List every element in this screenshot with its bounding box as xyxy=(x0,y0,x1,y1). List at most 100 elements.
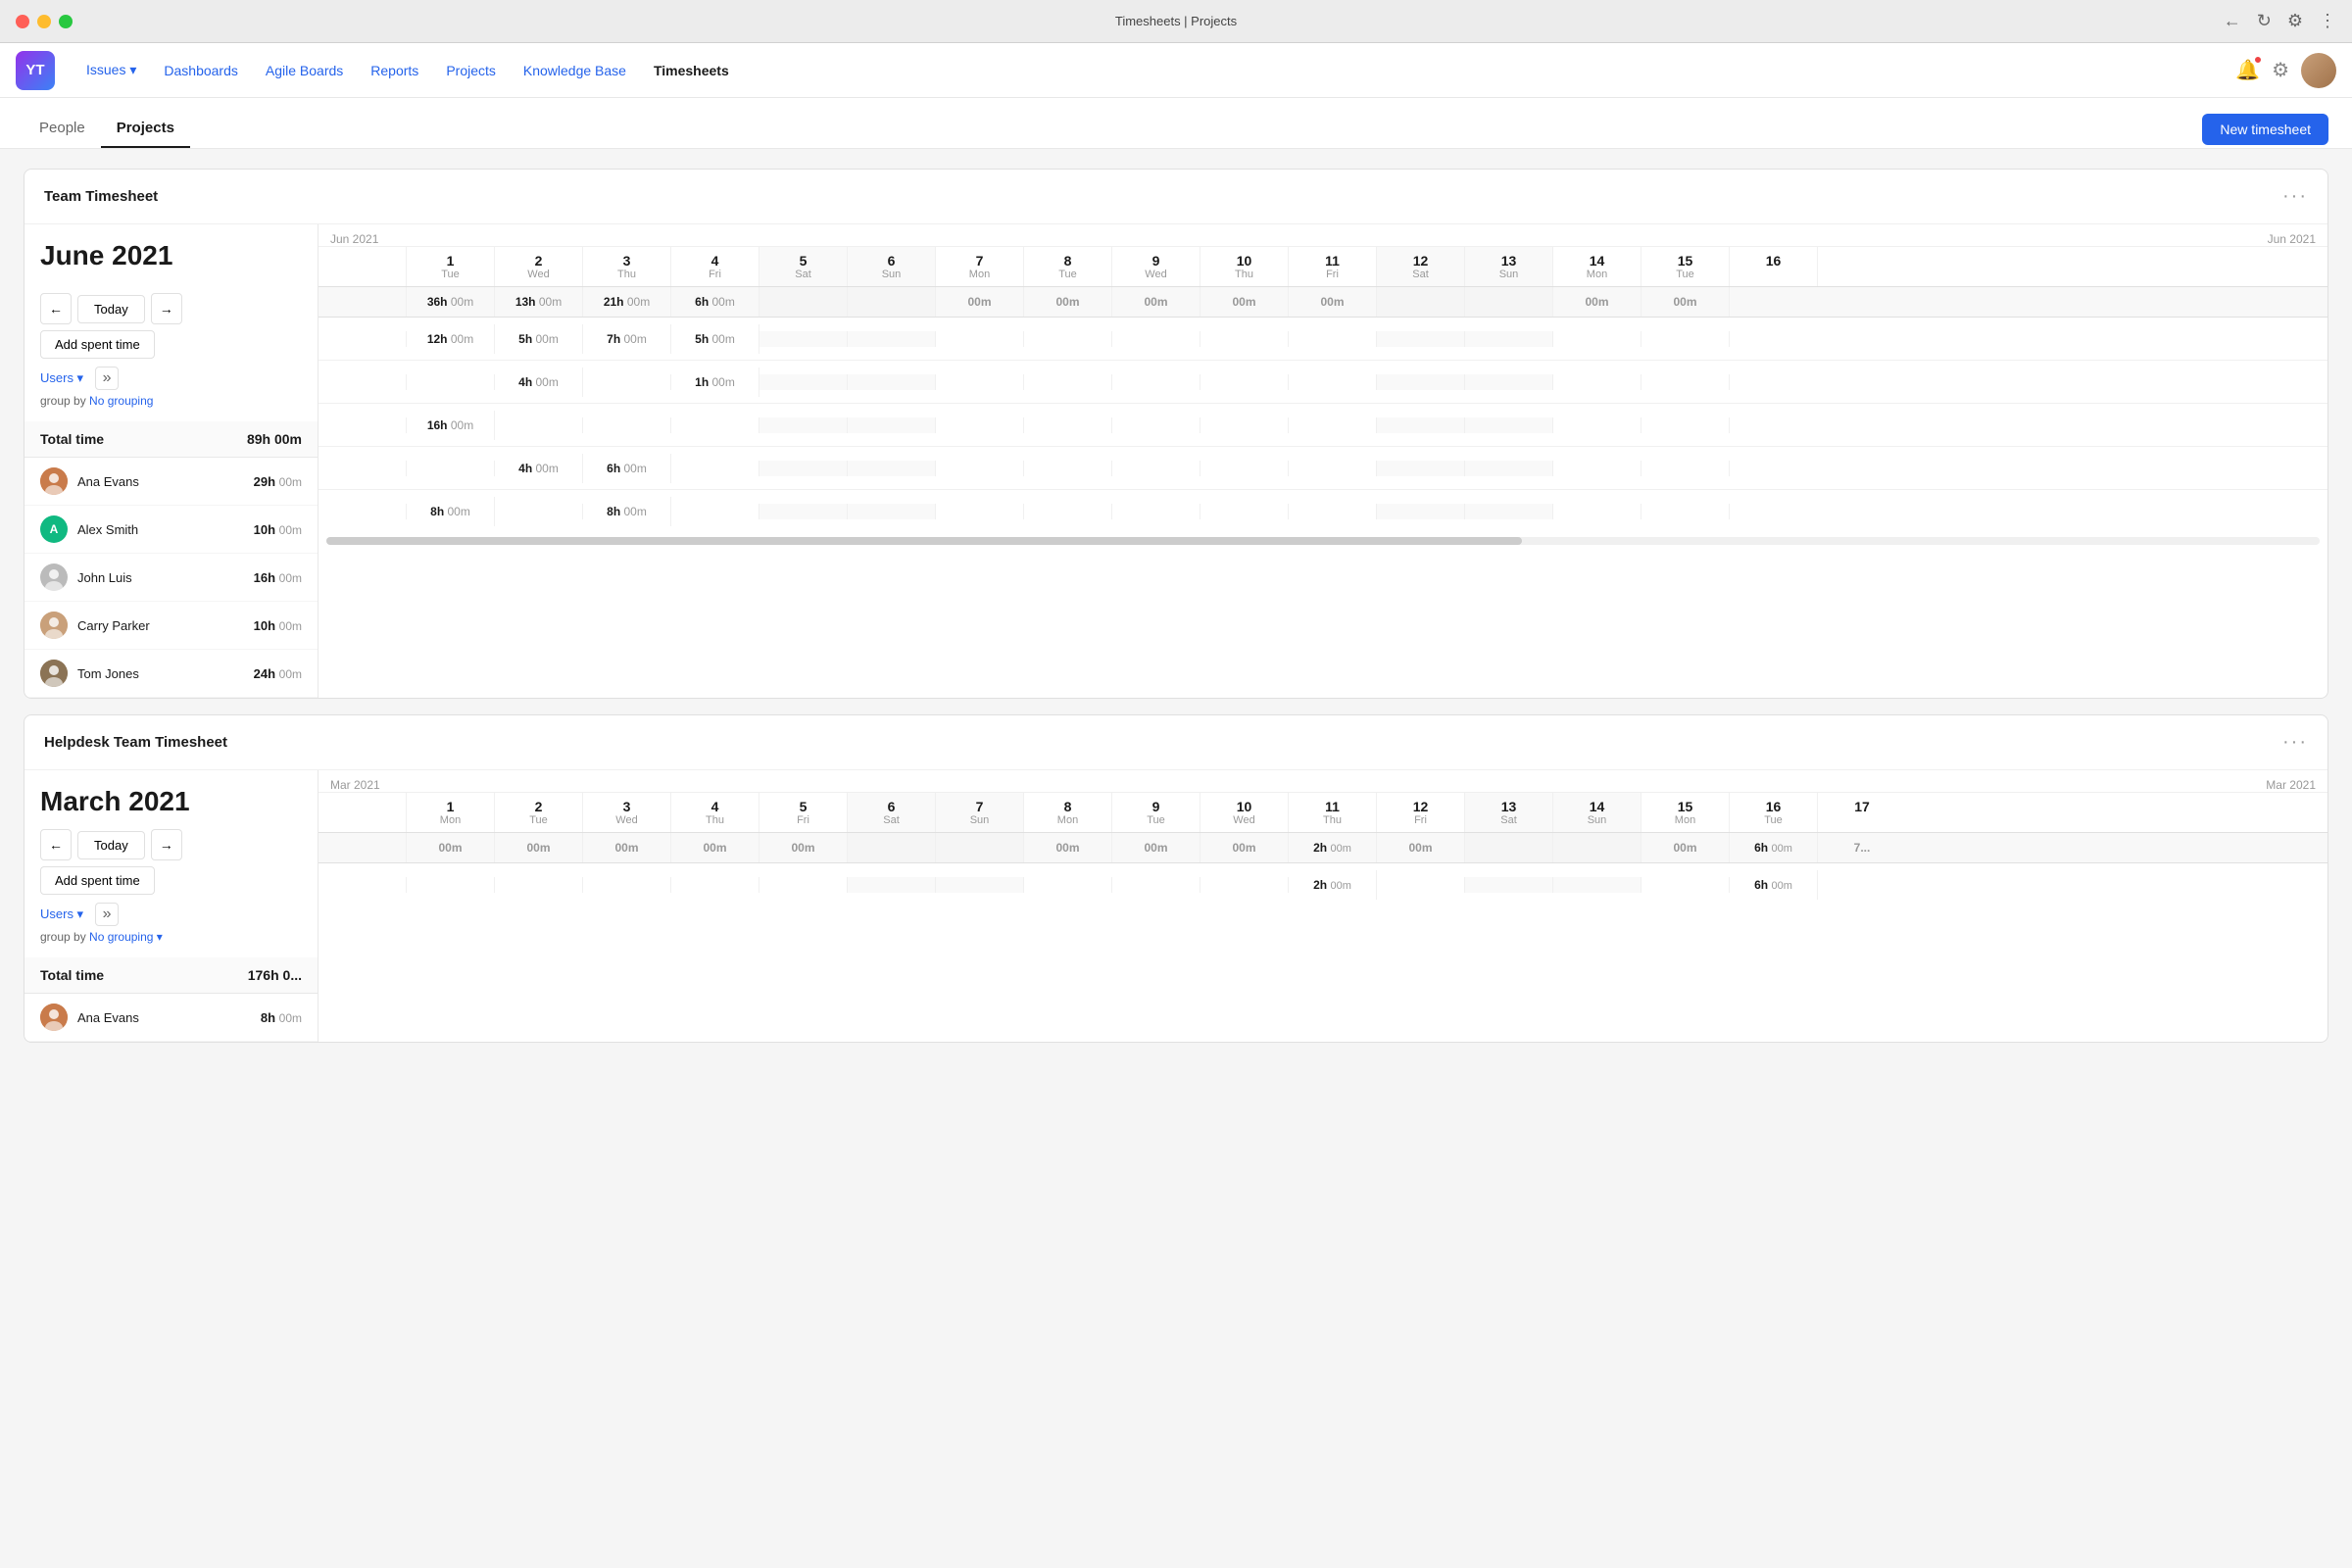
total-value: 89h 00m xyxy=(247,431,302,447)
refresh-icon[interactable]: ↻ xyxy=(2257,11,2272,31)
user-avatar[interactable] xyxy=(2301,53,2336,88)
timesheet-2-title: Helpdesk Team Timesheet xyxy=(44,734,227,751)
timesheet-2-prev-btn[interactable]: ← xyxy=(40,829,72,860)
back-icon[interactable]: ← xyxy=(2224,11,2241,31)
nav-item-reports[interactable]: Reports xyxy=(359,57,430,84)
user-row-ana-2: Ana Evans 8h 00m xyxy=(24,994,318,1042)
cal2-d1: 1Mon xyxy=(407,793,495,832)
settings-icon[interactable]: ⚙ xyxy=(2272,58,2289,82)
tab-projects[interactable]: Projects xyxy=(101,110,190,148)
puzzle-icon[interactable]: ⚙ xyxy=(2287,11,2303,31)
user-name-ana-2: Ana Evans xyxy=(77,1010,251,1025)
timesheet-card-1-header: Team Timesheet ··· xyxy=(24,170,2328,224)
cal-day-13: 13Sun xyxy=(1465,247,1553,286)
timesheet-1-users-btn[interactable]: Users ▾ xyxy=(40,370,83,386)
timesheet-2-total-row: Total time 176h 0... xyxy=(24,957,318,994)
timesheet-1-prev-btn[interactable]: ← xyxy=(40,293,72,324)
timesheet-2-body: March 2021 ← Today → Add spent time User… xyxy=(24,770,2328,1042)
cal-day-11: 11Fri xyxy=(1289,247,1377,286)
timesheet-1-add-btn[interactable]: Add spent time xyxy=(40,330,155,359)
timesheet-1-next-btn[interactable]: → xyxy=(151,293,182,324)
timesheet-1-menu[interactable]: ··· xyxy=(2282,185,2308,208)
cal-total-13 xyxy=(1465,287,1553,317)
timesheet-1-calendar[interactable]: Jun 2021 Jun 2021 1Tue 2Wed 3Thu 4Fri 5S… xyxy=(318,224,2328,698)
user-name-carry: Carry Parker xyxy=(77,618,244,633)
timesheet-1-total-row: Total time 89h 00m xyxy=(24,421,318,458)
nav-item-knowledge-base[interactable]: Knowledge Base xyxy=(512,57,638,84)
nav-item-agile-boards[interactable]: Agile Boards xyxy=(254,57,355,84)
nav-item-timesheets[interactable]: Timesheets xyxy=(642,57,741,84)
timesheet-1-sidebar: June 2021 ← Today → Add spent time Users… xyxy=(24,224,318,698)
user-time-tom: 24h 00m xyxy=(254,666,302,681)
cal-total-11: 00m xyxy=(1289,287,1377,317)
timesheet-2-users-btn[interactable]: Users ▾ xyxy=(40,906,83,922)
cal-day-16: 16 xyxy=(1730,247,1818,286)
cal-total-14: 00m xyxy=(1553,287,1642,317)
nav-item-issues[interactable]: Issues ▾ xyxy=(74,56,148,84)
total-label-2: Total time xyxy=(40,967,104,983)
timesheet-2-add-btn[interactable]: Add spent time xyxy=(40,866,155,895)
cal-total-3: 21h 00m xyxy=(583,287,671,317)
timesheet-1-body: June 2021 ← Today → Add spent time Users… xyxy=(24,224,2328,698)
cal-month-left: Jun 2021 xyxy=(330,232,378,246)
avatar-tom xyxy=(40,660,68,687)
cal-day-2: 2Wed xyxy=(495,247,583,286)
timesheet-card-2: Helpdesk Team Timesheet ··· March 2021 ←… xyxy=(24,714,2328,1043)
cal-row-john: 16h 00m xyxy=(318,404,2328,447)
maximize-button[interactable] xyxy=(59,15,73,28)
timesheet-2-next-btn[interactable]: → xyxy=(151,829,182,860)
groupby-val[interactable]: No grouping xyxy=(89,394,153,408)
timesheet-1-expand-btn[interactable]: » xyxy=(95,367,119,390)
cal2-d11: 11Thu xyxy=(1289,793,1377,832)
timesheet-2-month: March 2021 xyxy=(40,786,302,817)
user-name-alex: Alex Smith xyxy=(77,522,244,537)
user-row-carry: Carry Parker 10h 00m xyxy=(24,602,318,650)
window-title: Timesheets | Projects xyxy=(1115,14,1237,28)
cal-row-ana: 12h 00m 5h 00m 7h 00m 5h 00m xyxy=(318,318,2328,361)
close-button[interactable] xyxy=(16,15,29,28)
avatar-alex: A xyxy=(40,515,68,543)
cal-day-6: 6Sun xyxy=(848,247,936,286)
timesheet-2-calendar[interactable]: Mar 2021 Mar 2021 1Mon 2Tue 3Wed 4Thu 5F… xyxy=(318,770,2328,1042)
cal-total-4: 6h 00m xyxy=(671,287,760,317)
app-logo[interactable]: YT xyxy=(16,51,55,90)
cal-total-15: 00m xyxy=(1642,287,1730,317)
user-name-tom: Tom Jones xyxy=(77,666,244,681)
cal-day-10: 10Thu xyxy=(1200,247,1289,286)
cal-totals-row: 36h 00m 13h 00m 21h 00m 6h 00m 00m 00m 0… xyxy=(318,287,2328,318)
timesheet-card-1: Team Timesheet ··· June 2021 ← Today → A… xyxy=(24,169,2328,699)
nav-item-projects[interactable]: Projects xyxy=(434,57,508,84)
avatar-john xyxy=(40,564,68,591)
cal-day-14: 14Mon xyxy=(1553,247,1642,286)
more-icon[interactable]: ⋮ xyxy=(2319,11,2336,31)
total-value-2: 176h 0... xyxy=(248,967,302,983)
cal2-d16: 16Tue xyxy=(1730,793,1818,832)
timesheet-2-today-btn[interactable]: Today xyxy=(77,831,145,859)
cal-row-tom: 8h 00m 8h 00m xyxy=(318,490,2328,533)
groupby-val-2[interactable]: No grouping ▾ xyxy=(89,930,163,944)
total-label: Total time xyxy=(40,431,104,447)
cal-month-right: Jun 2021 xyxy=(2268,232,2316,246)
user-time-alex: 10h 00m xyxy=(254,522,302,537)
cal-day-12: 12Sat xyxy=(1377,247,1465,286)
cal2-d8: 8Mon xyxy=(1024,793,1112,832)
avatar-ana xyxy=(40,467,68,495)
cal-total-16 xyxy=(1730,287,1818,317)
timesheet-2-sidebar: March 2021 ← Today → Add spent time User… xyxy=(24,770,318,1042)
nav-item-dashboards[interactable]: Dashboards xyxy=(152,57,250,84)
new-timesheet-button[interactable]: New timesheet xyxy=(2202,114,2328,145)
tabs-area: People Projects New timesheet xyxy=(0,98,2352,149)
timesheet-1-today-btn[interactable]: Today xyxy=(77,295,145,323)
notifications-bell[interactable]: 🔔 xyxy=(2235,58,2260,82)
timesheet-2-expand-btn[interactable]: » xyxy=(95,903,119,926)
cal2-d15: 15Mon xyxy=(1642,793,1730,832)
minimize-button[interactable] xyxy=(37,15,51,28)
cal-day-3: 3Thu xyxy=(583,247,671,286)
cal-total-7: 00m xyxy=(936,287,1024,317)
timesheet-card-2-header: Helpdesk Team Timesheet ··· xyxy=(24,715,2328,770)
nav-items: Issues ▾ Dashboards Agile Boards Reports… xyxy=(74,56,2235,84)
timesheet-2-menu[interactable]: ··· xyxy=(2282,731,2308,754)
main-content: Team Timesheet ··· June 2021 ← Today → A… xyxy=(0,149,2352,1062)
tab-people[interactable]: People xyxy=(24,110,101,148)
cal-day-8: 8Tue xyxy=(1024,247,1112,286)
